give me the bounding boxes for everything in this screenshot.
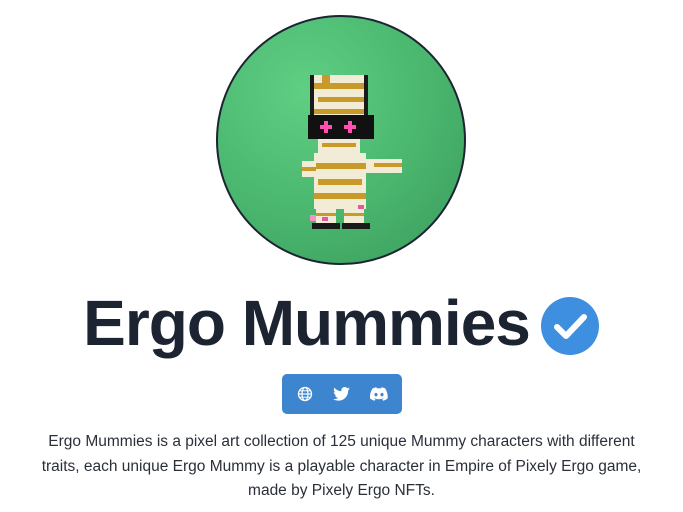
website-link-button[interactable]	[290, 379, 320, 409]
twitter-link-button[interactable]	[327, 379, 357, 409]
collection-description: Ergo Mummies is a pixel art collection o…	[41, 433, 642, 499]
twitter-icon	[333, 387, 351, 401]
globe-icon	[297, 386, 312, 402]
verified-check-icon	[540, 297, 599, 355]
mummy-pixel-art	[302, 75, 402, 229]
discord-icon	[370, 387, 389, 401]
discord-link-button[interactable]	[364, 379, 394, 409]
social-links-bar	[282, 374, 402, 414]
collection-avatar	[216, 15, 466, 265]
collection-title: Ergo Mummies	[83, 287, 531, 359]
title-row: Ergo Mummies	[0, 283, 683, 363]
